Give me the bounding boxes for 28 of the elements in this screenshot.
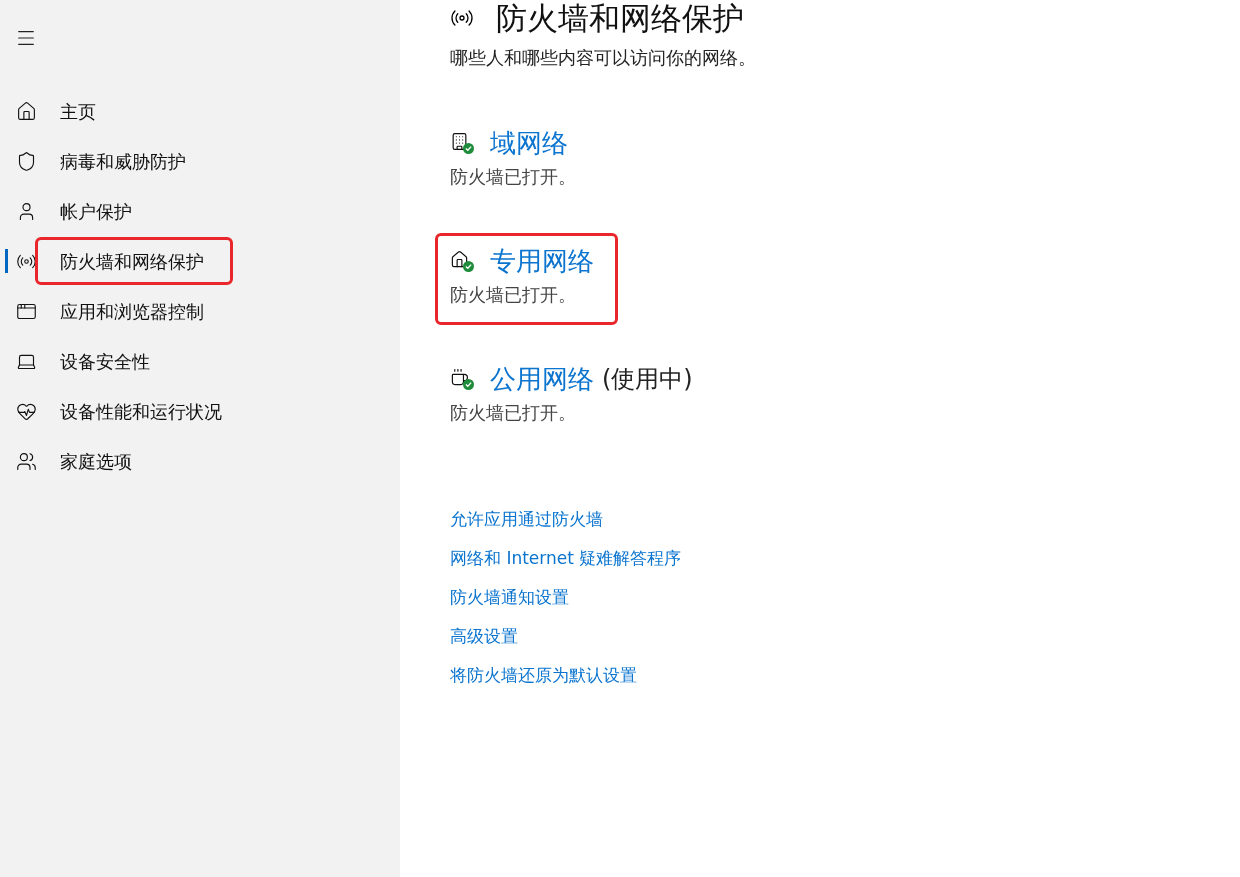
firewall-status: 防火墙已打开。 [450, 165, 577, 189]
settings-link[interactable]: 网络和 Internet 疑难解答程序 [450, 545, 682, 572]
cup-check-icon [450, 368, 474, 390]
home-icon [16, 100, 37, 122]
building-check-icon [450, 132, 474, 154]
firewall-status: 防火墙已打开。 [450, 283, 577, 307]
network-link[interactable]: 公用网络 [490, 359, 594, 399]
nav-item[interactable]: 设备安全性 [0, 341, 162, 381]
nav-item[interactable]: 家庭选项 [0, 441, 144, 481]
nav-item[interactable]: 防火墙和网络保护 [0, 241, 216, 281]
nav-item[interactable]: 帐户保护 [0, 191, 144, 231]
nav-item[interactable]: 病毒和威胁防护 [0, 141, 198, 181]
page-subtitle: 哪些人和哪些内容可以访问你的网络。 [450, 46, 757, 70]
in-use-label: (使用中) [602, 364, 693, 395]
network-link[interactable]: 专用网络 [490, 241, 594, 281]
firewall-status: 防火墙已打开。 [450, 401, 577, 425]
shield-icon [16, 150, 37, 172]
network-link[interactable]: 域网络 [490, 123, 568, 163]
house-check-icon [450, 250, 474, 272]
page-title: 防火墙和网络保护 [496, 0, 744, 36]
settings-link[interactable]: 防火墙通知设置 [450, 584, 569, 611]
settings-link[interactable]: 允许应用通过防火墙 [450, 506, 603, 533]
nav-item[interactable]: 主页 [0, 91, 108, 131]
settings-link[interactable]: 将防火墙还原为默认设置 [450, 662, 637, 689]
nav-item[interactable]: 应用和浏览器控制 [0, 291, 216, 331]
settings-link[interactable]: 高级设置 [450, 623, 518, 650]
people-icon [16, 450, 37, 472]
nav-item[interactable]: 设备性能和运行状况 [0, 391, 234, 431]
